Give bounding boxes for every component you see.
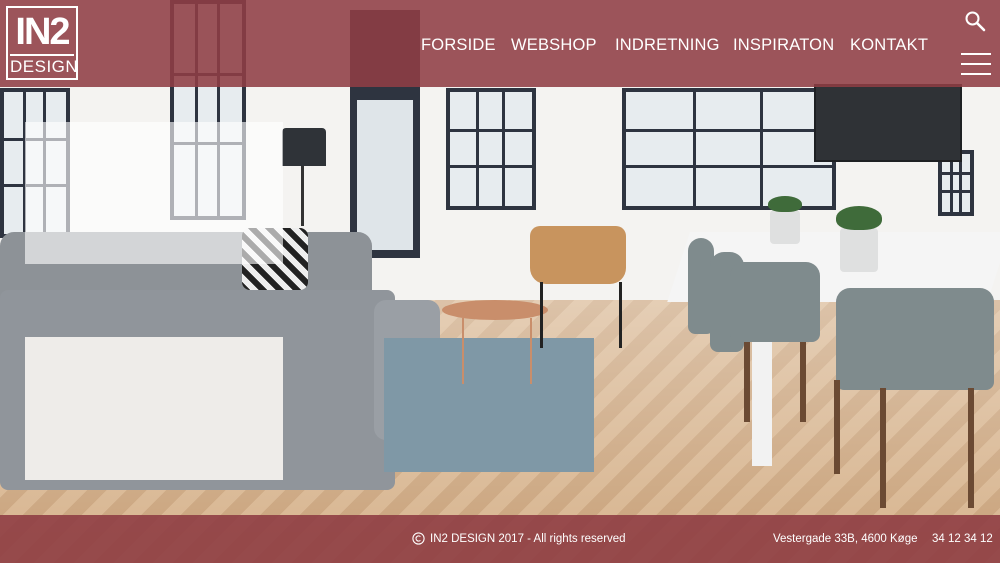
footer-address: Vestergade 33B, 4600 Køge (773, 533, 918, 545)
content-panel-bottom (25, 337, 283, 480)
nav-link-webshop[interactable]: WEBSHOP (511, 34, 597, 56)
nav-link-inspiraton[interactable]: INSPIRATON (733, 34, 834, 56)
copyright-icon (412, 532, 425, 545)
site-header: IN2 DESIGN FORSIDE WEBSHOP INDRETNING IN… (0, 0, 1000, 87)
floor-lamp (282, 128, 326, 166)
hamburger-menu-icon[interactable] (961, 53, 991, 75)
site-footer: IN2 DESIGN 2017 - All rights reserved Ve… (0, 515, 1000, 563)
nav-link-forside[interactable]: FORSIDE (421, 34, 496, 56)
coffee-table (442, 300, 548, 320)
nav-link-kontakt[interactable]: KONTAKT (850, 34, 928, 56)
logo-text-bottom: DESIGN (10, 54, 78, 76)
copyright-text: IN2 DESIGN 2017 - All rights reserved (430, 533, 626, 545)
plant (840, 228, 878, 272)
nav-link-indretning[interactable]: INDRETNING (615, 34, 720, 56)
translucent-panel-top (25, 122, 283, 264)
logo-text-top: IN2 (15, 11, 70, 53)
wall-tv (814, 84, 962, 162)
dining-chair (730, 262, 820, 342)
site-logo[interactable]: IN2 DESIGN (6, 6, 78, 80)
footer-phone: 34 12 34 12 (932, 533, 993, 545)
window (446, 88, 536, 210)
window (622, 88, 836, 210)
search-icon[interactable] (964, 10, 986, 32)
plant (770, 210, 800, 244)
dining-chair (836, 288, 994, 390)
armchair (530, 226, 626, 284)
